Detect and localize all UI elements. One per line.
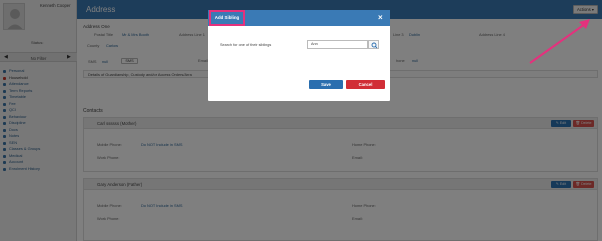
app-root: Kenneth Cooper Status: ◀ No Filter ▶ Per… bbox=[0, 0, 602, 241]
annotation-arrow-icon bbox=[529, 19, 590, 64]
